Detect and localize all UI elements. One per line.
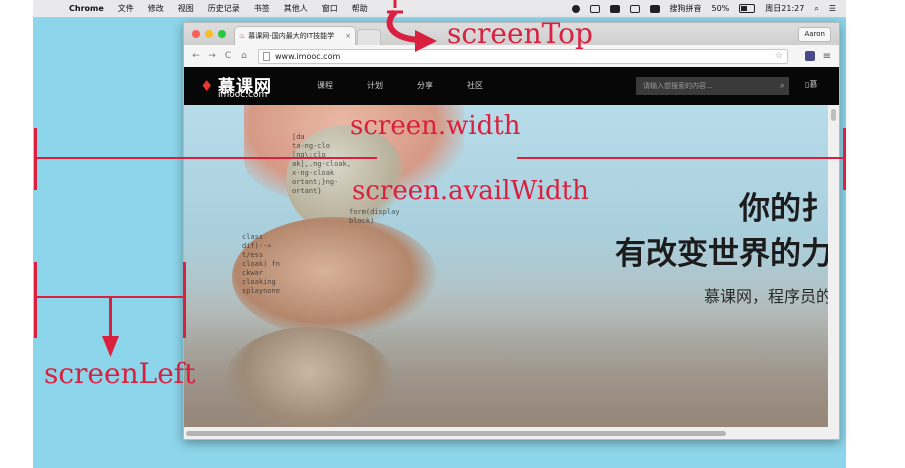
- menubar-status-area: 搜狗拼音 50% 周日21:27 ⌕ ☰: [571, 3, 847, 14]
- logo-domain: imooc.com: [218, 90, 268, 100]
- reload-button[interactable]: C: [220, 51, 236, 61]
- screen-left-arrow-stem: [109, 298, 112, 338]
- toolbar-right: ≡: [804, 51, 839, 62]
- menu-people[interactable]: 其他人: [284, 3, 308, 14]
- hero-headline-1: 你的扌: [739, 191, 828, 227]
- notification-center-icon[interactable]: ☰: [829, 4, 836, 13]
- horizontal-scrollbar[interactable]: [184, 427, 829, 439]
- horizontal-scroll-thumb[interactable]: [186, 431, 726, 436]
- qq-icon[interactable]: [571, 4, 580, 13]
- flame-logo-icon: ♦: [200, 77, 214, 95]
- minimize-window-button[interactable]: [205, 30, 213, 38]
- menu-edit[interactable]: 修改: [148, 3, 164, 14]
- home-button[interactable]: ⌂: [236, 51, 252, 61]
- vertical-scrollbar[interactable]: [829, 105, 839, 439]
- imooc-favicon-icon: ♨: [239, 32, 246, 40]
- screen-top-arrow: [386, 0, 437, 52]
- nav-share[interactable]: 分享: [417, 80, 433, 91]
- nav-plans[interactable]: 计划: [367, 80, 383, 91]
- menu-bookmarks[interactable]: 书签: [254, 3, 270, 14]
- screen-left-start-tick: [34, 262, 37, 338]
- vertical-scroll-thumb[interactable]: [831, 109, 836, 121]
- screen-width-line-right: [517, 157, 846, 159]
- screenshot-stage: Chrome 文件 修改 视图 历史记录 书签 其他人 窗口 帮助 搜狗拼音 5…: [0, 0, 905, 468]
- chrome-window: ♨ 慕课网-国内最大的IT技能学 × Aaron ← → C ⌂ www.imo…: [183, 22, 840, 440]
- close-window-button[interactable]: [192, 30, 200, 38]
- profile-button[interactable]: Aaron: [798, 27, 831, 42]
- screen-left-end-tick: [183, 262, 186, 338]
- spotlight-icon[interactable]: ⌕: [814, 4, 818, 14]
- menu-view[interactable]: 视图: [178, 3, 194, 14]
- menu-file[interactable]: 文件: [118, 3, 134, 14]
- hero-banner[interactable]: [da ta-ng-clo [ng\:clo ak],.ng-cloak, x-ng-c…: [184, 105, 828, 427]
- site-navbar: ♦ 慕课网 imooc.com 课程 计划 分享 社区 请输入想搜索的内容...…: [184, 67, 839, 105]
- zoom-window-button[interactable]: [218, 30, 226, 38]
- stone-code-top: [da ta-ng-clo [ng\:clo ak],.ng-cloak, x-ng-c…: [292, 133, 352, 195]
- menu-window[interactable]: 窗口: [322, 3, 338, 14]
- nav-community[interactable]: 社区: [467, 80, 483, 91]
- site-search-placeholder: 请输入想搜索的内容...: [643, 82, 713, 90]
- forward-button[interactable]: →: [204, 51, 220, 61]
- extension-icon[interactable]: [804, 51, 815, 61]
- stone-code-middle: class dif)--> t/ess cloak) fn ckwar cloaking s…: [242, 233, 280, 295]
- screen-left-arrow-head: [102, 336, 119, 357]
- battery-icon[interactable]: [739, 4, 756, 13]
- back-button[interactable]: ←: [188, 51, 204, 61]
- screen-width-line-left: [34, 157, 377, 159]
- chrome-menu-icon[interactable]: ≡: [823, 51, 831, 62]
- tab-title: 慕课网-国内最大的IT技能学: [248, 32, 335, 40]
- ime-icon[interactable]: [649, 4, 660, 13]
- screen-availwidth-label: screen.availWidth: [352, 176, 589, 206]
- screen-width-label: screen.width: [350, 111, 521, 141]
- search-icon[interactable]: ⌕: [780, 77, 785, 95]
- bookmark-star-icon[interactable]: ☆: [775, 51, 783, 61]
- app-label: 慕: [809, 80, 818, 89]
- hero-headline-2: 有改变世界的力: [615, 236, 828, 272]
- site-search-input[interactable]: 请输入想搜索的内容... ⌕: [636, 77, 789, 95]
- menu-app-name[interactable]: Chrome: [69, 4, 104, 13]
- screen-left-label: screenLeft: [44, 357, 196, 390]
- menu-help[interactable]: 帮助: [352, 3, 368, 14]
- menubar-clock[interactable]: 周日21:27: [765, 3, 804, 14]
- battery-percent[interactable]: 50%: [712, 4, 730, 13]
- ime-label[interactable]: 搜狗拼音: [670, 3, 702, 14]
- nav-courses[interactable]: 课程: [317, 80, 333, 91]
- wifi-icon[interactable]: [629, 4, 640, 13]
- screen-top-label: screenTop: [447, 17, 593, 50]
- stone-code-form: form(display block): [349, 208, 400, 225]
- address-bar[interactable]: www.imooc.com ☆: [258, 48, 788, 64]
- address-url[interactable]: www.imooc.com: [275, 52, 340, 61]
- app-download-link[interactable]: ▯慕: [805, 79, 817, 90]
- page-icon: [263, 51, 270, 61]
- camera-icon[interactable]: [589, 4, 600, 13]
- screen-width-right-tick: [843, 128, 846, 190]
- tab-imooc[interactable]: ♨ 慕课网-国内最大的IT技能学 ×: [234, 26, 356, 45]
- tab-close-icon[interactable]: ×: [345, 32, 351, 40]
- hero-subtitle: 慕课网，程序员的: [703, 287, 828, 306]
- menu-history[interactable]: 历史记录: [208, 3, 240, 14]
- screen-width-left-tick: [34, 128, 37, 190]
- stone-bottom: [224, 327, 394, 427]
- lock-icon[interactable]: [609, 4, 620, 13]
